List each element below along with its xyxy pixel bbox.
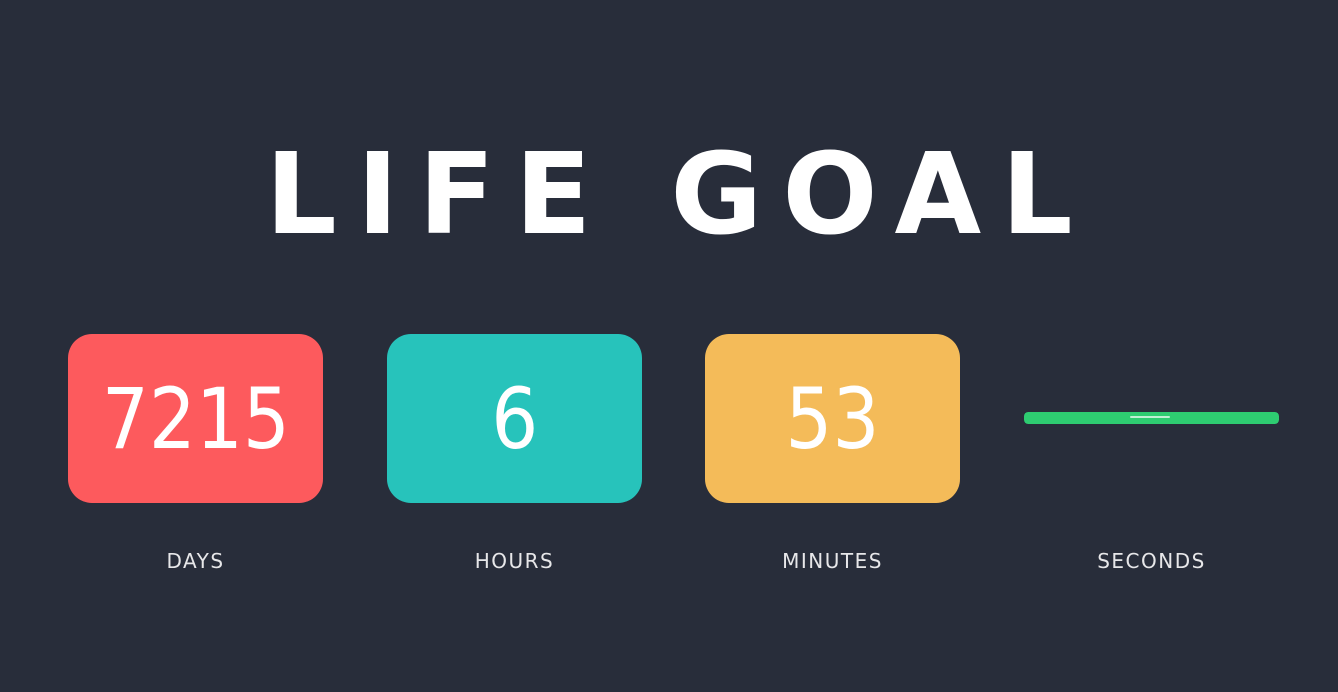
minutes-unit: 53 MINUTES [705,334,960,573]
days-box: 7215 [68,334,323,503]
seconds-box [1024,334,1279,503]
seconds-unit: SECONDS [1024,334,1279,573]
seconds-progress-fill [1024,412,1279,424]
days-unit: 7215 DAYS [68,334,323,573]
hours-value: 6 [490,369,539,468]
page-title: LIFE GOAL [265,130,1093,260]
hours-label: HOURS [474,549,555,573]
seconds-glint [1130,416,1170,418]
days-label: DAYS [166,549,225,573]
seconds-progress-bar [1024,412,1279,424]
minutes-value: 53 [785,369,880,468]
seconds-label: SECONDS [1097,549,1206,573]
hours-unit: 6 HOURS [387,334,642,573]
minutes-box: 53 [705,334,960,503]
days-value: 7215 [101,369,290,468]
minutes-label: MINUTES [782,549,883,573]
hours-box: 6 [387,334,642,503]
